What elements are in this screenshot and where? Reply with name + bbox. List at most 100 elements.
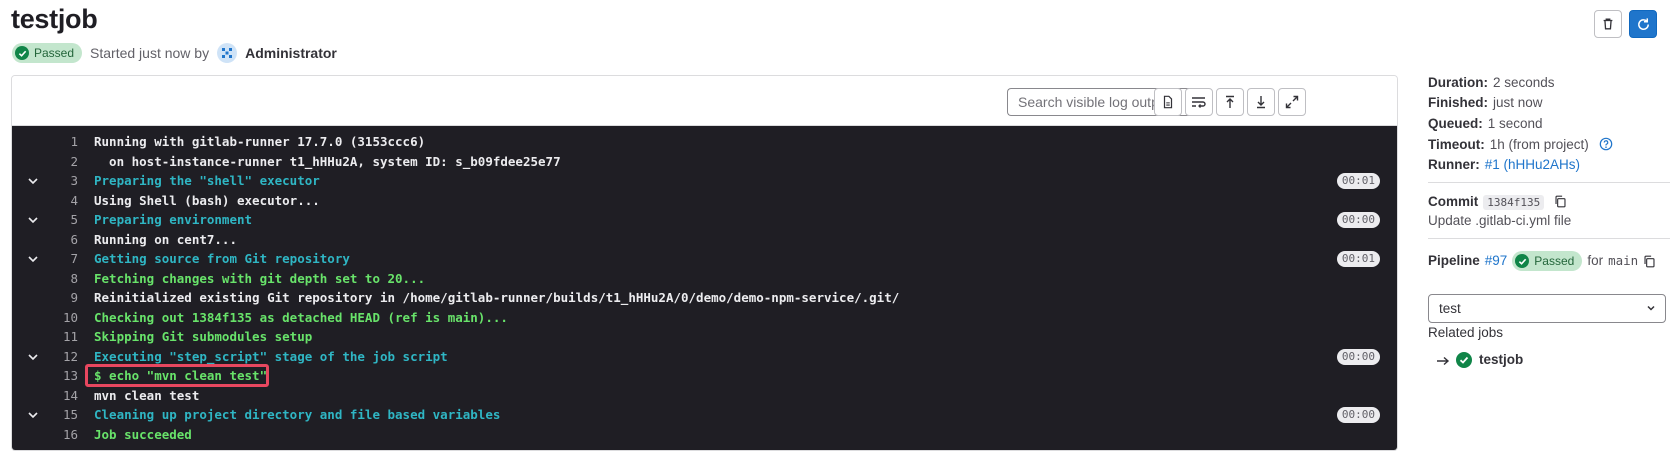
- log-line: 6 Running on cent7...: [12, 230, 1397, 250]
- wrap-lines-button[interactable]: [1185, 88, 1213, 116]
- log-line: 9 Reinitialized existing Git repository i…: [12, 288, 1397, 308]
- log-text: on host-instance-runner t1_hHHu2A, syste…: [94, 153, 561, 169]
- related-job-item[interactable]: testjob: [1436, 350, 1523, 370]
- scroll-top-button[interactable]: [1216, 88, 1244, 116]
- show-raw-button[interactable]: [1154, 88, 1182, 116]
- line-number[interactable]: 16: [42, 425, 78, 445]
- section-duration-badge: 00:01: [1336, 173, 1380, 189]
- line-number[interactable]: 5: [42, 210, 78, 230]
- log-text: Using Shell (bash) executor...: [94, 192, 320, 208]
- line-number[interactable]: 6: [42, 230, 78, 250]
- commit-message[interactable]: Update .gitlab-ci.yml file: [1428, 211, 1571, 231]
- stage-select-value: test: [1439, 301, 1461, 316]
- commit-row: Commit 1384f135: [1428, 192, 1567, 212]
- log-text: Fetching changes with git depth set to 2…: [94, 270, 426, 286]
- log-text: Preparing the "shell" executor: [94, 173, 320, 188]
- log-text: Cleaning up project directory and file b…: [94, 407, 501, 422]
- runner-link[interactable]: #1 (hHHu2AHs): [1485, 157, 1580, 172]
- divider: [1428, 182, 1670, 183]
- scroll-bottom-button[interactable]: [1247, 88, 1275, 116]
- line-number[interactable]: 14: [42, 386, 78, 406]
- chevron-down-icon[interactable]: [26, 252, 40, 266]
- copy-icon[interactable]: [1643, 255, 1656, 268]
- line-number[interactable]: 2: [42, 152, 78, 172]
- log-line: 5 Preparing environment 00:00: [12, 210, 1397, 230]
- divider: [1428, 238, 1670, 239]
- runner-row: Runner: #1 (hHHu2AHs): [1428, 155, 1580, 175]
- avatar[interactable]: [217, 43, 238, 63]
- log-line: 14 mvn clean test: [12, 386, 1397, 406]
- line-number[interactable]: 9: [42, 288, 78, 308]
- maximize-icon: [1285, 95, 1299, 109]
- log-line: 2 on host-instance-runner t1_hHHu2A, sys…: [12, 152, 1397, 172]
- arrow-right-icon: [1437, 356, 1450, 366]
- line-number[interactable]: 4: [42, 191, 78, 211]
- status-badge[interactable]: Passed: [12, 43, 83, 63]
- duration-value: 2 seconds: [1493, 75, 1555, 90]
- line-number[interactable]: 15: [42, 405, 78, 425]
- fullscreen-button[interactable]: [1278, 88, 1306, 116]
- arrow-up-icon: [1226, 95, 1234, 108]
- job-status-line: Passed Started just now by Administrator: [12, 42, 337, 64]
- log-text: Getting source from Git repository: [94, 251, 350, 266]
- chevron-down-icon[interactable]: [26, 408, 40, 422]
- log-line: 7 Getting source from Git repository 00:01: [12, 249, 1397, 269]
- line-number[interactable]: 13: [42, 366, 78, 386]
- runner-label: Runner:: [1428, 157, 1480, 172]
- duration-label: Duration:: [1428, 75, 1488, 90]
- chevron-down-icon: [1647, 305, 1655, 311]
- log-text: mvn clean test: [94, 387, 200, 403]
- finished-row: Finished: just now: [1428, 93, 1543, 113]
- log-line: 11 Skipping Git submodules setup: [12, 327, 1397, 347]
- line-number[interactable]: 7: [42, 249, 78, 269]
- pipeline-status-label: Passed: [1534, 254, 1575, 268]
- commit-label: Commit: [1428, 194, 1479, 209]
- log-line: 3 Preparing the "shell" executor 00:01: [12, 171, 1397, 191]
- log-line: 4 Using Shell (bash) executor...: [12, 191, 1397, 211]
- queued-label: Queued:: [1428, 116, 1483, 131]
- log-text: Running on cent7...: [94, 231, 237, 247]
- highlight-box: [85, 364, 269, 387]
- line-number[interactable]: 11: [42, 327, 78, 347]
- log-toolbar: [12, 76, 1397, 126]
- status-badge-label: Passed: [34, 46, 75, 60]
- log-text: Reinitialized existing Git repository in…: [94, 290, 900, 305]
- log-line: 15 Cleaning up project directory and file…: [12, 405, 1397, 425]
- job-sidebar: Duration: 2 seconds Finished: just now Que…: [1428, 0, 1670, 476]
- related-job-name: testjob: [1479, 352, 1524, 367]
- queued-value: 1 second: [1487, 116, 1543, 131]
- job-log-panel: 1 Running with gitlab-runner 17.7.0 (3153…: [11, 75, 1398, 451]
- log-line: 16 Job succeeded: [12, 425, 1397, 445]
- section-duration-badge: 00:00: [1336, 407, 1380, 423]
- help-icon[interactable]: [1599, 137, 1613, 151]
- user-link[interactable]: Administrator: [245, 45, 337, 61]
- timeout-label: Timeout:: [1428, 137, 1485, 152]
- finished-label: Finished:: [1428, 95, 1488, 110]
- timeout-value: 1h (from project): [1489, 137, 1589, 152]
- log-text: Checking out 1384f135 as detached HEAD (…: [94, 309, 508, 325]
- pipeline-link[interactable]: #97: [1485, 251, 1508, 271]
- chevron-down-icon[interactable]: [26, 174, 40, 188]
- line-number[interactable]: 1: [42, 132, 78, 152]
- chevron-down-icon[interactable]: [26, 213, 40, 227]
- line-number[interactable]: 12: [42, 347, 78, 367]
- pipeline-for-text: for: [1587, 253, 1604, 268]
- check-circle-icon: [15, 46, 29, 60]
- section-duration-badge: 00:00: [1336, 348, 1380, 365]
- pipeline-ref[interactable]: main: [1608, 251, 1638, 271]
- line-number[interactable]: 3: [42, 171, 78, 191]
- wrap-icon: [1192, 97, 1206, 108]
- line-number[interactable]: 8: [42, 269, 78, 289]
- arrow-down-icon: [1257, 96, 1265, 109]
- duration-row: Duration: 2 seconds: [1428, 73, 1555, 93]
- commit-sha[interactable]: 1384f135: [1483, 195, 1545, 210]
- log-line: 13 $ echo "mvn clean test": [12, 364, 1397, 387]
- chevron-down-icon[interactable]: [26, 350, 40, 364]
- finished-value: just now: [1493, 95, 1543, 110]
- copy-icon[interactable]: [1554, 195, 1567, 208]
- check-circle-icon: [1456, 352, 1472, 368]
- line-number[interactable]: 10: [42, 308, 78, 328]
- stage-select[interactable]: test: [1428, 294, 1666, 323]
- related-jobs-heading: Related jobs: [1428, 325, 1504, 340]
- pipeline-status-badge[interactable]: Passed: [1512, 251, 1583, 271]
